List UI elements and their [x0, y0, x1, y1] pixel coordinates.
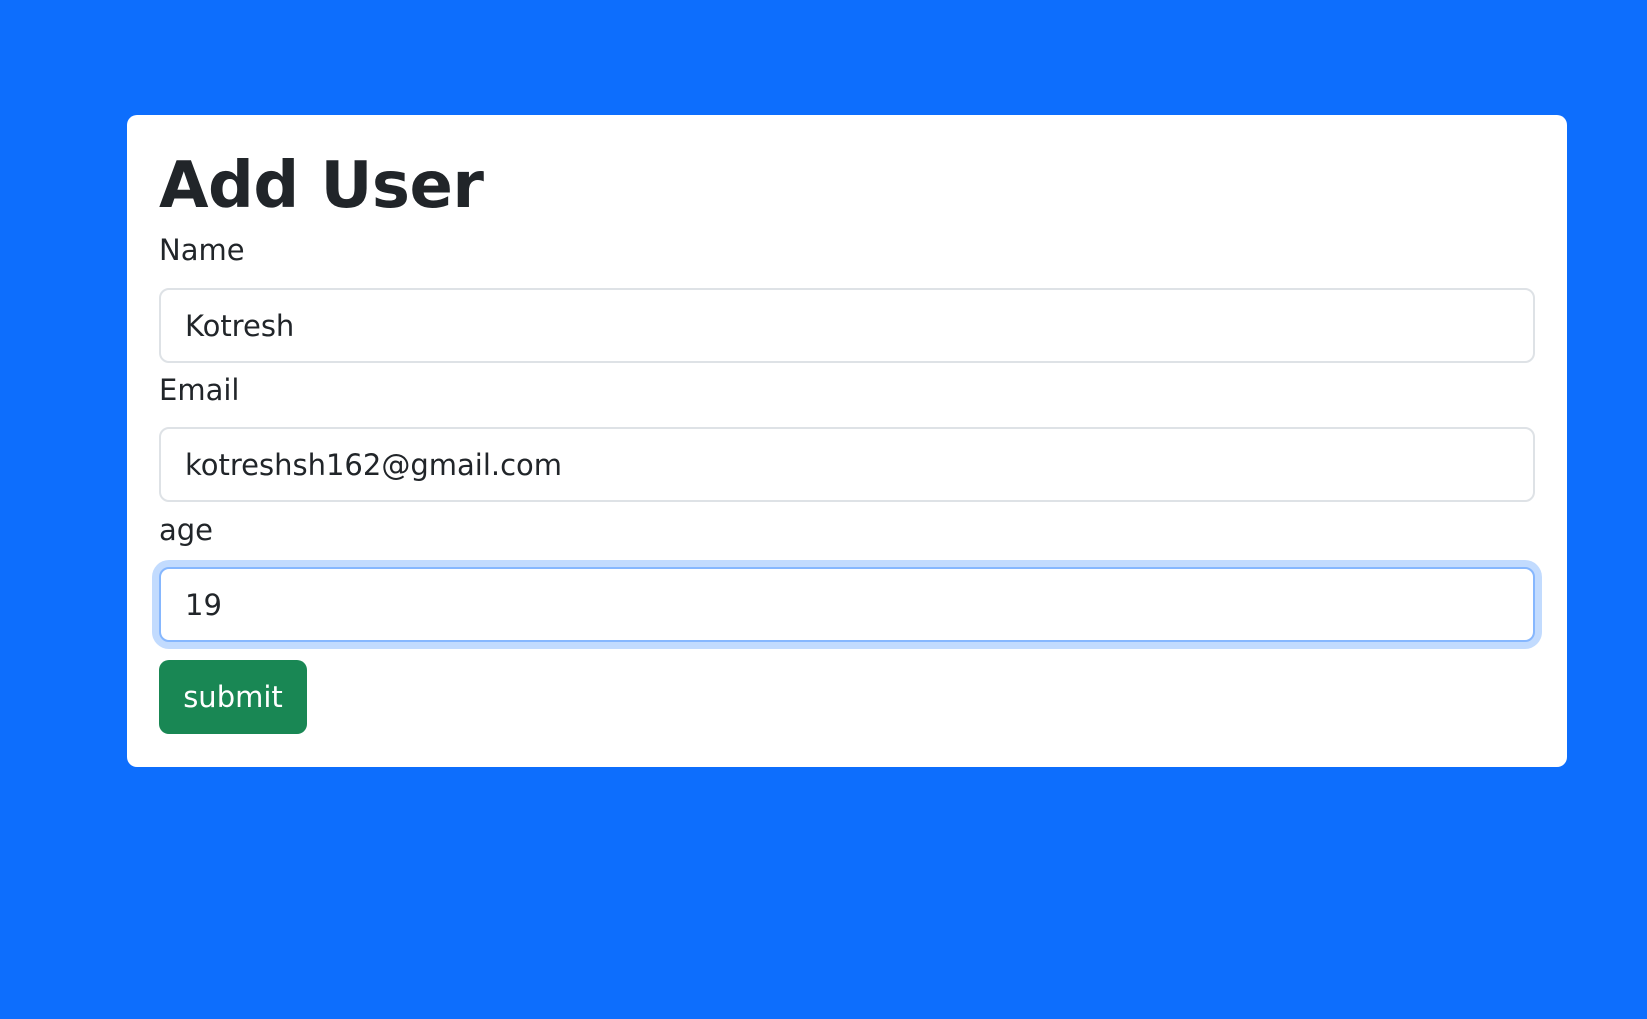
name-label: Name: [159, 233, 245, 267]
name-input[interactable]: [159, 288, 1535, 363]
page-title: Add User: [159, 149, 484, 223]
age-input[interactable]: [159, 567, 1535, 642]
email-label: Email: [159, 373, 240, 407]
add-user-card: Add User Name Email age submit: [127, 115, 1567, 767]
email-input[interactable]: [159, 427, 1535, 502]
age-label: age: [159, 513, 214, 547]
submit-button[interactable]: submit: [159, 660, 307, 734]
